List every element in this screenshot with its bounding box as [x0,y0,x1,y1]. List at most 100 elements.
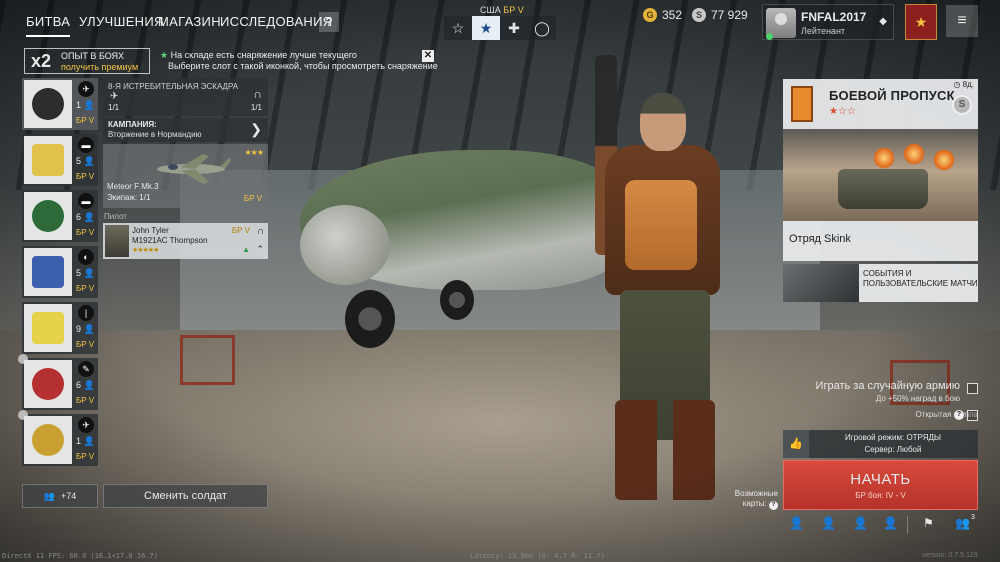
add-player-icon[interactable]: 👤 [821,516,836,530]
squad-slot-3[interactable]: ▬ 6 👤 БР V [22,190,98,242]
mode-cross-icon[interactable]: ✚ [500,16,528,40]
battle-pass-stars: ★☆☆ [829,106,856,117]
help-icon[interactable]: ? [954,410,964,420]
notice-star-icon: ★ [160,50,169,60]
profile-rank: Лейтенант [801,26,846,36]
explosion [903,143,925,165]
maps-label-1: Возможные [734,489,778,498]
start-button[interactable]: НАЧАТЬ БР боя: IV - V [783,460,978,510]
random-army-bonus: До +50% наград в бою [875,394,960,403]
squad-count: 5 👤 [76,156,95,166]
rank-chevron-icon: ⌃ [256,244,264,254]
battle-pass-icon [791,86,813,122]
mode-selector: ☆ ★ ✚ ◯ [444,16,556,40]
squad-br: БР V [76,116,95,125]
notice-line-1: На складе есть снаряжение лучше текущего [170,50,357,60]
battle-pass-timer: ◷ 8д. [953,80,974,89]
soldier-portrait [105,225,129,257]
nation-br: БР V [503,5,524,15]
menu-button[interactable]: ≡ [946,5,978,37]
squad-count-value: 9 [76,324,82,334]
vehicle-crew: Экипаж: 1/1 [107,193,151,202]
squad-slot-7[interactable]: ✈ 1 👤 БР V [18,410,98,466]
squad-emblem-icon [32,200,64,232]
vehicle-count: 1/1 [108,103,120,112]
random-army-checkbox[interactable] [967,383,978,394]
open-group-checkbox[interactable] [967,410,978,421]
squad-slot-1[interactable]: ✈ 1 👤 БР V [22,78,98,130]
friends-button[interactable]: 👥 +74 [22,484,98,508]
possible-maps[interactable]: Возможные карты: ? [730,489,778,510]
squad-slot-5[interactable]: | 9 👤 БР V [22,302,98,354]
events-button[interactable]: СОБЫТИЯ И ПОЛЬЗОВАТЕЛЬСКИЕ МАТЧИ [783,264,978,302]
change-soldier-button[interactable]: Сменить солдат [103,484,268,508]
squad-slot-2[interactable]: ▬ 5 👤 БР V [22,134,98,186]
squad-slot-4[interactable]: ◐ 5 👤 БР V [22,246,98,298]
battle-pass-card[interactable]: БОЕВОЙ ПРОПУСК ★☆☆ ◷ 8д. S [783,79,978,129]
game-mode-box[interactable]: 👍 Игровой режим: ОТРЯДЫ Сервер: Любой [783,430,978,458]
squad-detail-panel: 8-Я ИСТРЕБИТЕЛЬНАЯ ЭСКАДРА ✈ ∩ 1/1 1/1 К… [103,78,268,259]
add-player-icon[interactable]: 👤 [789,516,804,530]
profile-button[interactable]: FNFAL2017 Лейтенант ◆ [762,4,894,40]
squad-emblem-icon [32,368,64,400]
party-bar: 👤 👤 👤 👤 ⚑ 👥 3 [783,514,978,536]
thumbs-up-icon[interactable]: 👍 [783,430,809,458]
tab-battle[interactable]: БИТВА [26,14,71,37]
squad-emblem-icon [32,312,64,344]
vehicle-name: Meteor F Mk.3 [107,182,159,191]
squad-emblem [24,304,72,352]
campaign-selector[interactable]: КАМПАНИЯ: Вторжение в Нормандию ❯ [103,118,268,142]
mode-star-badge-icon[interactable]: ★ [472,16,500,40]
battle-pass-title: БОЕВОЙ ПРОПУСК [829,88,955,103]
squad-count: 1 👤 [76,436,95,446]
invites-icon[interactable]: 👥 [955,516,970,530]
add-player-icon[interactable]: 👤 [883,516,898,530]
help-button[interactable]: ? [319,12,339,32]
flag-icon[interactable]: ⚑ [923,516,934,530]
event-title[interactable]: Отряд Skink [783,221,978,261]
events-label: СОБЫТИЯ И ПОЛЬЗОВАТЕЛЬСКИЕ МАТЧИ [863,269,978,288]
mode-star-outline-icon[interactable]: ☆ [444,16,472,40]
squad-emblem [24,80,72,128]
squad-count: 6 👤 [76,212,95,222]
squad-class-icon: ✎ [78,361,94,377]
event-banner[interactable] [783,129,978,221]
mode-circle-icon[interactable]: ◯ [528,16,556,40]
tab-upgrades[interactable]: УЛУЧШЕНИЯ [79,14,164,29]
get-premium-link[interactable]: получить премиум [61,62,138,72]
add-player-icon[interactable]: 👤 [853,516,868,530]
vehicle-card[interactable]: ★★★ Meteor F Mk.3 Экипаж: 1/1 БР V [103,144,268,208]
helmet-icon: ∩ [256,226,264,237]
squad-count-value: 6 [76,380,82,390]
tab-research[interactable]: ИССЛЕДОВАНИЯ [220,14,332,29]
help-icon[interactable]: ? [769,501,778,510]
squad-count: 9 👤 [76,324,95,334]
crew-count: 1/1 [250,103,262,112]
notice-line-2: Выберите слот с такой иконкой, чтобы про… [168,61,438,71]
fps-counter: DirectX 11 FPS: 60.0 (16.1<17.0 16.7) [2,552,158,560]
gold-balance[interactable]: G 352 [643,6,682,24]
squad-class-icon: | [78,305,94,321]
rank-badge-icon[interactable]: ★ [905,4,937,40]
premium-xp-banner[interactable]: x2 ОПЫТ В БОЯХ получить премиум [24,48,150,74]
squad-header[interactable]: 8-Я ИСТРЕБИТЕЛЬНАЯ ЭСКАДРА ✈ ∩ 1/1 1/1 [103,78,268,116]
tab-shop[interactable]: МАГАЗИН [158,14,221,29]
soldier-name: John Tyler [132,226,169,235]
squad-count: 1 👤 [76,100,95,110]
squad-br: БР V [76,340,95,349]
timer-value: 8д. [962,80,974,89]
silver-balance[interactable]: S 77 929 [692,6,748,24]
squad-class-icon: ▬ [78,193,94,209]
squad-slot-6[interactable]: ✎ 6 👤 БР V [18,354,98,410]
squad-br: БР V [76,452,95,461]
silver-coin-icon: S [952,95,972,115]
squad-class-icon: ✈ [78,81,94,97]
soldier-card[interactable]: John Tyler M1921AC Thompson ★★★★★ БР V ∩… [103,223,268,259]
server: Сервер: Любой [864,445,922,454]
divider [907,516,908,534]
squad-count: 5 👤 [76,268,95,278]
silver-coin-icon: S [692,8,706,22]
campaign-label: КАМПАНИЯ: [108,120,157,129]
start-label: НАЧАТЬ [850,471,911,488]
notice-close-icon[interactable]: ✕ [422,50,434,62]
